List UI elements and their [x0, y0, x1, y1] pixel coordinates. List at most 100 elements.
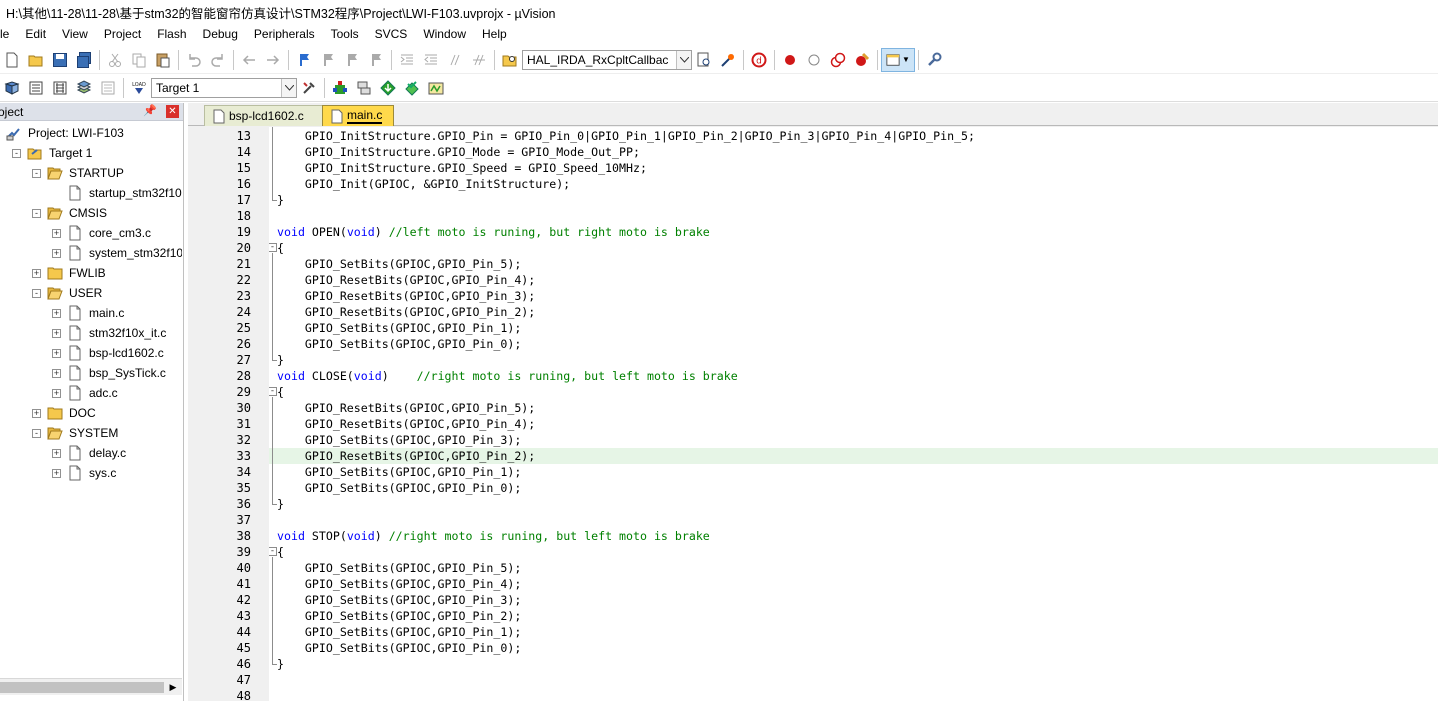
expand-icon[interactable]: + — [52, 388, 61, 398]
menu-view[interactable]: View — [54, 24, 96, 44]
code-line[interactable]: GPIO_InitStructure.GPIO_Mode = GPIO_Mode… — [269, 144, 1438, 160]
expand-icon[interactable]: + — [52, 368, 61, 378]
find-combo[interactable]: HAL_IRDA_RxCpltCallbac — [522, 49, 692, 70]
save-icon[interactable] — [48, 48, 72, 72]
runtime-environment-icon[interactable] — [424, 76, 448, 100]
bookmark-icon[interactable] — [292, 48, 316, 72]
fold-collapse-icon[interactable]: - — [269, 387, 277, 396]
expand-icon[interactable]: + — [52, 468, 61, 478]
tree-item[interactable]: + sys.c — [52, 463, 116, 483]
menu-svcs[interactable]: SVCS — [367, 24, 416, 44]
code-line[interactable]: GPIO_ResetBits(GPIOC,GPIO_Pin_2); — [269, 448, 1438, 464]
translate-icon[interactable] — [0, 76, 24, 100]
tree-item[interactable]: + main.c — [52, 303, 124, 323]
uncomment-icon[interactable] — [467, 48, 491, 72]
nav-forward-icon[interactable] — [261, 48, 285, 72]
expand-icon[interactable]: + — [32, 408, 41, 418]
tree-item[interactable]: startup_stm32f10 — [52, 183, 182, 203]
tree-item[interactable]: - SYSTEM — [32, 423, 118, 443]
menu-help[interactable]: Help — [474, 24, 515, 44]
tree-item[interactable]: Project: LWI-F103 — [6, 123, 124, 143]
tree-item[interactable]: + stm32f10x_it.c — [52, 323, 166, 343]
code-line[interactable]: { — [269, 240, 1438, 256]
redo-icon[interactable] — [206, 48, 230, 72]
menu-debug[interactable]: Debug — [195, 24, 246, 44]
cut-icon[interactable] — [103, 48, 127, 72]
chevron-down-icon[interactable] — [676, 50, 691, 69]
expand-icon[interactable]: + — [32, 268, 41, 278]
code-line[interactable]: GPIO_SetBits(GPIOC,GPIO_Pin_0); — [269, 336, 1438, 352]
code-line[interactable]: void STOP(void) //right moto is runing, … — [269, 528, 1438, 544]
menu-project[interactable]: Project — [96, 24, 149, 44]
next-bookmark-icon[interactable] — [340, 48, 364, 72]
tree-item[interactable]: - STARTUP — [32, 163, 124, 183]
collapse-icon[interactable]: - — [32, 288, 41, 298]
code-line[interactable]: void CLOSE(void) //right moto is runing,… — [269, 368, 1438, 384]
undo-icon[interactable] — [182, 48, 206, 72]
select-packs-icon[interactable] — [400, 76, 424, 100]
tree-item[interactable]: + system_stm32f10 — [52, 243, 182, 263]
code-line[interactable]: { — [269, 544, 1438, 560]
tree-item[interactable]: + DOC — [32, 403, 96, 423]
target-options-icon[interactable] — [297, 76, 321, 100]
collapse-icon[interactable]: - — [32, 168, 41, 178]
file-extensions-icon[interactable] — [328, 76, 352, 100]
tree-item[interactable]: + bsp_SysTick.c — [52, 363, 166, 383]
window-layout-icon[interactable]: ▼ — [881, 47, 915, 72]
code-line[interactable]: GPIO_SetBits(GPIOC,GPIO_Pin_1); — [269, 464, 1438, 480]
scrollbar-thumb[interactable] — [0, 682, 164, 693]
menu-flash[interactable]: Flash — [149, 24, 194, 44]
tree-item[interactable]: + adc.c — [52, 383, 118, 403]
collapse-icon[interactable]: - — [32, 428, 41, 438]
debug-session-icon[interactable]: d — [747, 48, 771, 72]
build-icon[interactable] — [24, 76, 48, 100]
code-line[interactable]: GPIO_InitStructure.GPIO_Pin = GPIO_Pin_0… — [269, 128, 1438, 144]
code-line[interactable]: void OPEN(void) //left moto is runing, b… — [269, 224, 1438, 240]
download-icon[interactable]: LOAD — [127, 76, 151, 100]
expand-icon[interactable]: + — [52, 308, 61, 318]
comment-icon[interactable] — [443, 48, 467, 72]
find-in-files-icon[interactable] — [498, 48, 522, 72]
horizontal-scrollbar[interactable]: ▶ — [0, 678, 182, 695]
stop-build-icon[interactable] — [96, 76, 120, 100]
target-combo[interactable]: Target 1 — [151, 77, 297, 98]
code-line[interactable]: GPIO_ResetBits(GPIOC,GPIO_Pin_3); — [269, 288, 1438, 304]
disable-breakpoints-icon[interactable] — [826, 48, 850, 72]
configure-icon[interactable] — [922, 48, 946, 72]
code-line[interactable]: GPIO_SetBits(GPIOC,GPIO_Pin_3); — [269, 432, 1438, 448]
expand-icon[interactable]: + — [52, 348, 61, 358]
menu-tools[interactable]: Tools — [323, 24, 367, 44]
expand-icon[interactable]: + — [52, 448, 61, 458]
tree-item[interactable]: - USER — [32, 283, 102, 303]
code-line[interactable]: GPIO_SetBits(GPIOC,GPIO_Pin_0); — [269, 480, 1438, 496]
manage-project-items-icon[interactable] — [352, 76, 376, 100]
expand-icon[interactable]: + — [52, 228, 61, 238]
tree-item[interactable]: + core_cm3.c — [52, 223, 151, 243]
batch-build-icon[interactable] — [72, 76, 96, 100]
tab-bsp-lcd1602[interactable]: bsp-lcd1602.c — [204, 105, 326, 126]
code-line[interactable]: GPIO_ResetBits(GPIOC,GPIO_Pin_4); — [269, 416, 1438, 432]
menu-edit[interactable]: Edit — [17, 24, 54, 44]
code-line[interactable]: GPIO_ResetBits(GPIOC,GPIO_Pin_4); — [269, 272, 1438, 288]
code-line[interactable]: GPIO_SetBits(GPIOC,GPIO_Pin_2); — [269, 608, 1438, 624]
expand-icon[interactable]: + — [52, 328, 61, 338]
incremental-find-icon[interactable] — [716, 48, 740, 72]
code-line[interactable]: } — [269, 192, 1438, 208]
code-line[interactable]: GPIO_InitStructure.GPIO_Speed = GPIO_Spe… — [269, 160, 1438, 176]
find-icon[interactable] — [692, 48, 716, 72]
code-line[interactable]: GPIO_SetBits(GPIOC,GPIO_Pin_4); — [269, 576, 1438, 592]
pack-installer-icon[interactable] — [376, 76, 400, 100]
code-line[interactable]: GPIO_ResetBits(GPIOC,GPIO_Pin_2); — [269, 304, 1438, 320]
code-line[interactable]: GPIO_SetBits(GPIOC,GPIO_Pin_5); — [269, 256, 1438, 272]
insert-breakpoint-icon[interactable] — [778, 48, 802, 72]
nav-back-icon[interactable] — [237, 48, 261, 72]
tree-item[interactable]: + delay.c — [52, 443, 126, 463]
code-line[interactable] — [269, 208, 1438, 224]
code-line[interactable]: GPIO_ResetBits(GPIOC,GPIO_Pin_5); — [269, 400, 1438, 416]
rebuild-icon[interactable] — [48, 76, 72, 100]
indent-icon[interactable] — [395, 48, 419, 72]
code-line[interactable]: GPIO_SetBits(GPIOC,GPIO_Pin_0); — [269, 640, 1438, 656]
tab-main[interactable]: main.c — [322, 105, 394, 126]
code-line[interactable]: GPIO_SetBits(GPIOC,GPIO_Pin_1); — [269, 624, 1438, 640]
code-line[interactable] — [269, 688, 1438, 701]
